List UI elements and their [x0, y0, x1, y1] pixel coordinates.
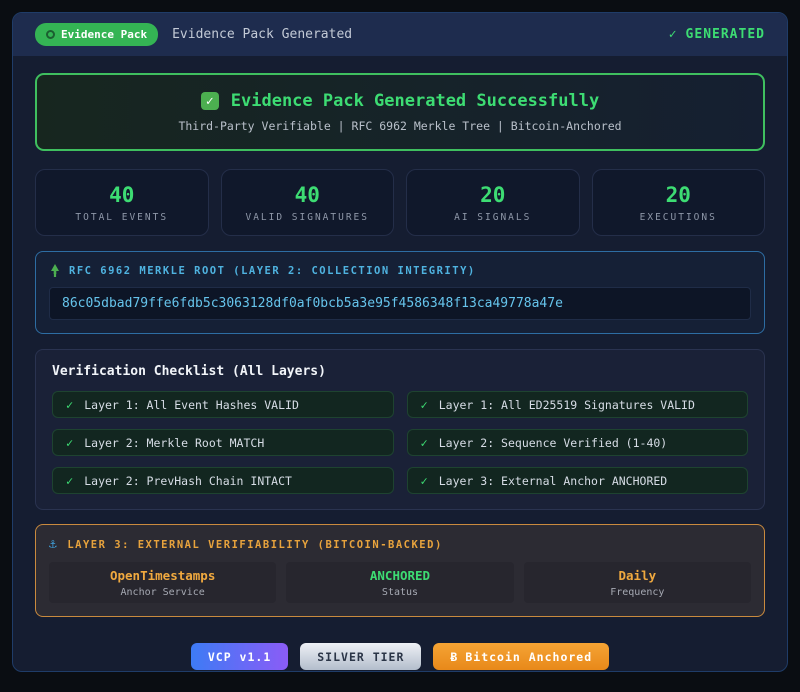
- layer3-card-frequency: Daily Frequency: [524, 562, 751, 603]
- bitcoin-anchored-badge: Ƀ Bitcoin Anchored: [433, 643, 609, 670]
- checklist-item: ✓ Layer 1: All Event Hashes VALID: [52, 391, 394, 418]
- check-icon: ✓: [66, 436, 73, 450]
- layer3-section: ⚓ LAYER 3: EXTERNAL VERIFIABILITY (BITCO…: [35, 524, 765, 617]
- success-banner-subtitle: Third-Party Verifiable | RFC 6962 Merkle…: [178, 119, 621, 133]
- layer3-card-label: Frequency: [610, 587, 664, 598]
- checked-checkbox-icon: ✓: [201, 92, 219, 110]
- layer3-heading-text: LAYER 3: EXTERNAL VERIFIABILITY (BITCOIN…: [67, 539, 442, 551]
- checklist-item-label: Layer 1: All ED25519 Signatures VALID: [439, 398, 695, 412]
- header-bar: Evidence Pack Evidence Pack Generated ✓ …: [13, 13, 787, 56]
- layer3-heading: ⚓ LAYER 3: EXTERNAL VERIFIABILITY (BITCO…: [49, 537, 751, 552]
- stat-value: 40: [109, 183, 134, 207]
- evidence-pack-panel: Evidence Pack Evidence Pack Generated ✓ …: [12, 12, 788, 672]
- stat-card-valid-signatures: 40 VALID SIGNATURES: [221, 169, 395, 236]
- success-banner-title: ✓ Evidence Pack Generated Successfully: [201, 91, 599, 111]
- check-icon: ✓: [421, 474, 428, 488]
- generated-status-label: GENERATED: [686, 27, 765, 42]
- tree-icon: [49, 264, 61, 277]
- checklist-item: ✓ Layer 3: External Anchor ANCHORED: [407, 467, 749, 494]
- merkle-root-heading: RFC 6962 MERKLE ROOT (LAYER 2: COLLECTIO…: [49, 264, 751, 277]
- checklist-item-label: Layer 2: Sequence Verified (1-40): [439, 436, 667, 450]
- content-area: ✓ Evidence Pack Generated Successfully T…: [13, 56, 787, 670]
- merkle-root-section: RFC 6962 MERKLE ROOT (LAYER 2: COLLECTIO…: [35, 251, 765, 334]
- footer-badges-row: VCP v1.1 SILVER TIER Ƀ Bitcoin Anchored: [35, 643, 765, 670]
- record-dot-icon: [46, 30, 55, 39]
- checklist-item-label: Layer 2: Merkle Root MATCH: [84, 436, 264, 450]
- checklist-item-label: Layer 2: PrevHash Chain INTACT: [84, 474, 292, 488]
- check-icon: ✓: [421, 436, 428, 450]
- layer3-card-value: ANCHORED: [370, 568, 430, 583]
- checklist-item: ✓ Layer 2: PrevHash Chain INTACT: [52, 467, 394, 494]
- verification-checklist-section: Verification Checklist (All Layers) ✓ La…: [35, 349, 765, 510]
- check-icon: ✓: [669, 27, 678, 42]
- evidence-pack-badge: Evidence Pack: [35, 23, 158, 46]
- checklist-item: ✓ Layer 2: Sequence Verified (1-40): [407, 429, 749, 456]
- success-banner: ✓ Evidence Pack Generated Successfully T…: [35, 73, 765, 151]
- layer3-card-label: Anchor Service: [121, 587, 205, 598]
- stat-label: AI SIGNALS: [454, 212, 531, 223]
- layer3-card-anchor-service: OpenTimestamps Anchor Service: [49, 562, 276, 603]
- evidence-pack-badge-label: Evidence Pack: [61, 28, 147, 41]
- stat-card-ai-signals: 20 AI SIGNALS: [406, 169, 580, 236]
- checklist-item: ✓ Layer 2: Merkle Root MATCH: [52, 429, 394, 456]
- layer3-card-value: Daily: [619, 568, 657, 583]
- header-title: Evidence Pack Generated: [172, 27, 352, 42]
- stat-card-executions: 20 EXECUTIONS: [592, 169, 766, 236]
- checklist-item-label: Layer 3: External Anchor ANCHORED: [439, 474, 667, 488]
- merkle-root-hash: 86c05dbad79ffe6fdb5c3063128df0af0bcb5a3e…: [49, 287, 751, 320]
- check-icon: ✓: [66, 398, 73, 412]
- layer3-grid: OpenTimestamps Anchor Service ANCHORED S…: [49, 562, 751, 603]
- checklist-item-label: Layer 1: All Event Hashes VALID: [84, 398, 299, 412]
- stat-label: EXECUTIONS: [640, 212, 717, 223]
- stat-card-total-events: 40 TOTAL EVENTS: [35, 169, 209, 236]
- check-icon: ✓: [66, 474, 73, 488]
- stat-label: TOTAL EVENTS: [75, 212, 168, 223]
- generated-status-badge: ✓ GENERATED: [669, 27, 765, 42]
- checklist-heading: Verification Checklist (All Layers): [52, 364, 748, 379]
- stat-value: 40: [295, 183, 320, 207]
- anchor-icon: ⚓: [49, 537, 58, 552]
- success-banner-title-text: Evidence Pack Generated Successfully: [231, 91, 599, 111]
- layer3-card-status: ANCHORED Status: [286, 562, 513, 603]
- vcp-version-badge: VCP v1.1: [191, 643, 288, 670]
- stat-value: 20: [666, 183, 691, 207]
- bitcoin-icon: Ƀ: [450, 650, 458, 664]
- stats-row: 40 TOTAL EVENTS 40 VALID SIGNATURES 20 A…: [35, 169, 765, 236]
- stat-label: VALID SIGNATURES: [245, 212, 369, 223]
- merkle-root-heading-text: RFC 6962 MERKLE ROOT (LAYER 2: COLLECTIO…: [69, 265, 476, 277]
- checklist-grid: ✓ Layer 1: All Event Hashes VALID ✓ Laye…: [52, 391, 748, 494]
- bitcoin-anchored-label: Bitcoin Anchored: [465, 650, 592, 664]
- layer3-card-label: Status: [382, 587, 418, 598]
- checklist-item: ✓ Layer 1: All ED25519 Signatures VALID: [407, 391, 749, 418]
- check-icon: ✓: [421, 398, 428, 412]
- stat-value: 20: [480, 183, 505, 207]
- layer3-card-value: OpenTimestamps: [110, 568, 215, 583]
- silver-tier-badge: SILVER TIER: [300, 643, 421, 670]
